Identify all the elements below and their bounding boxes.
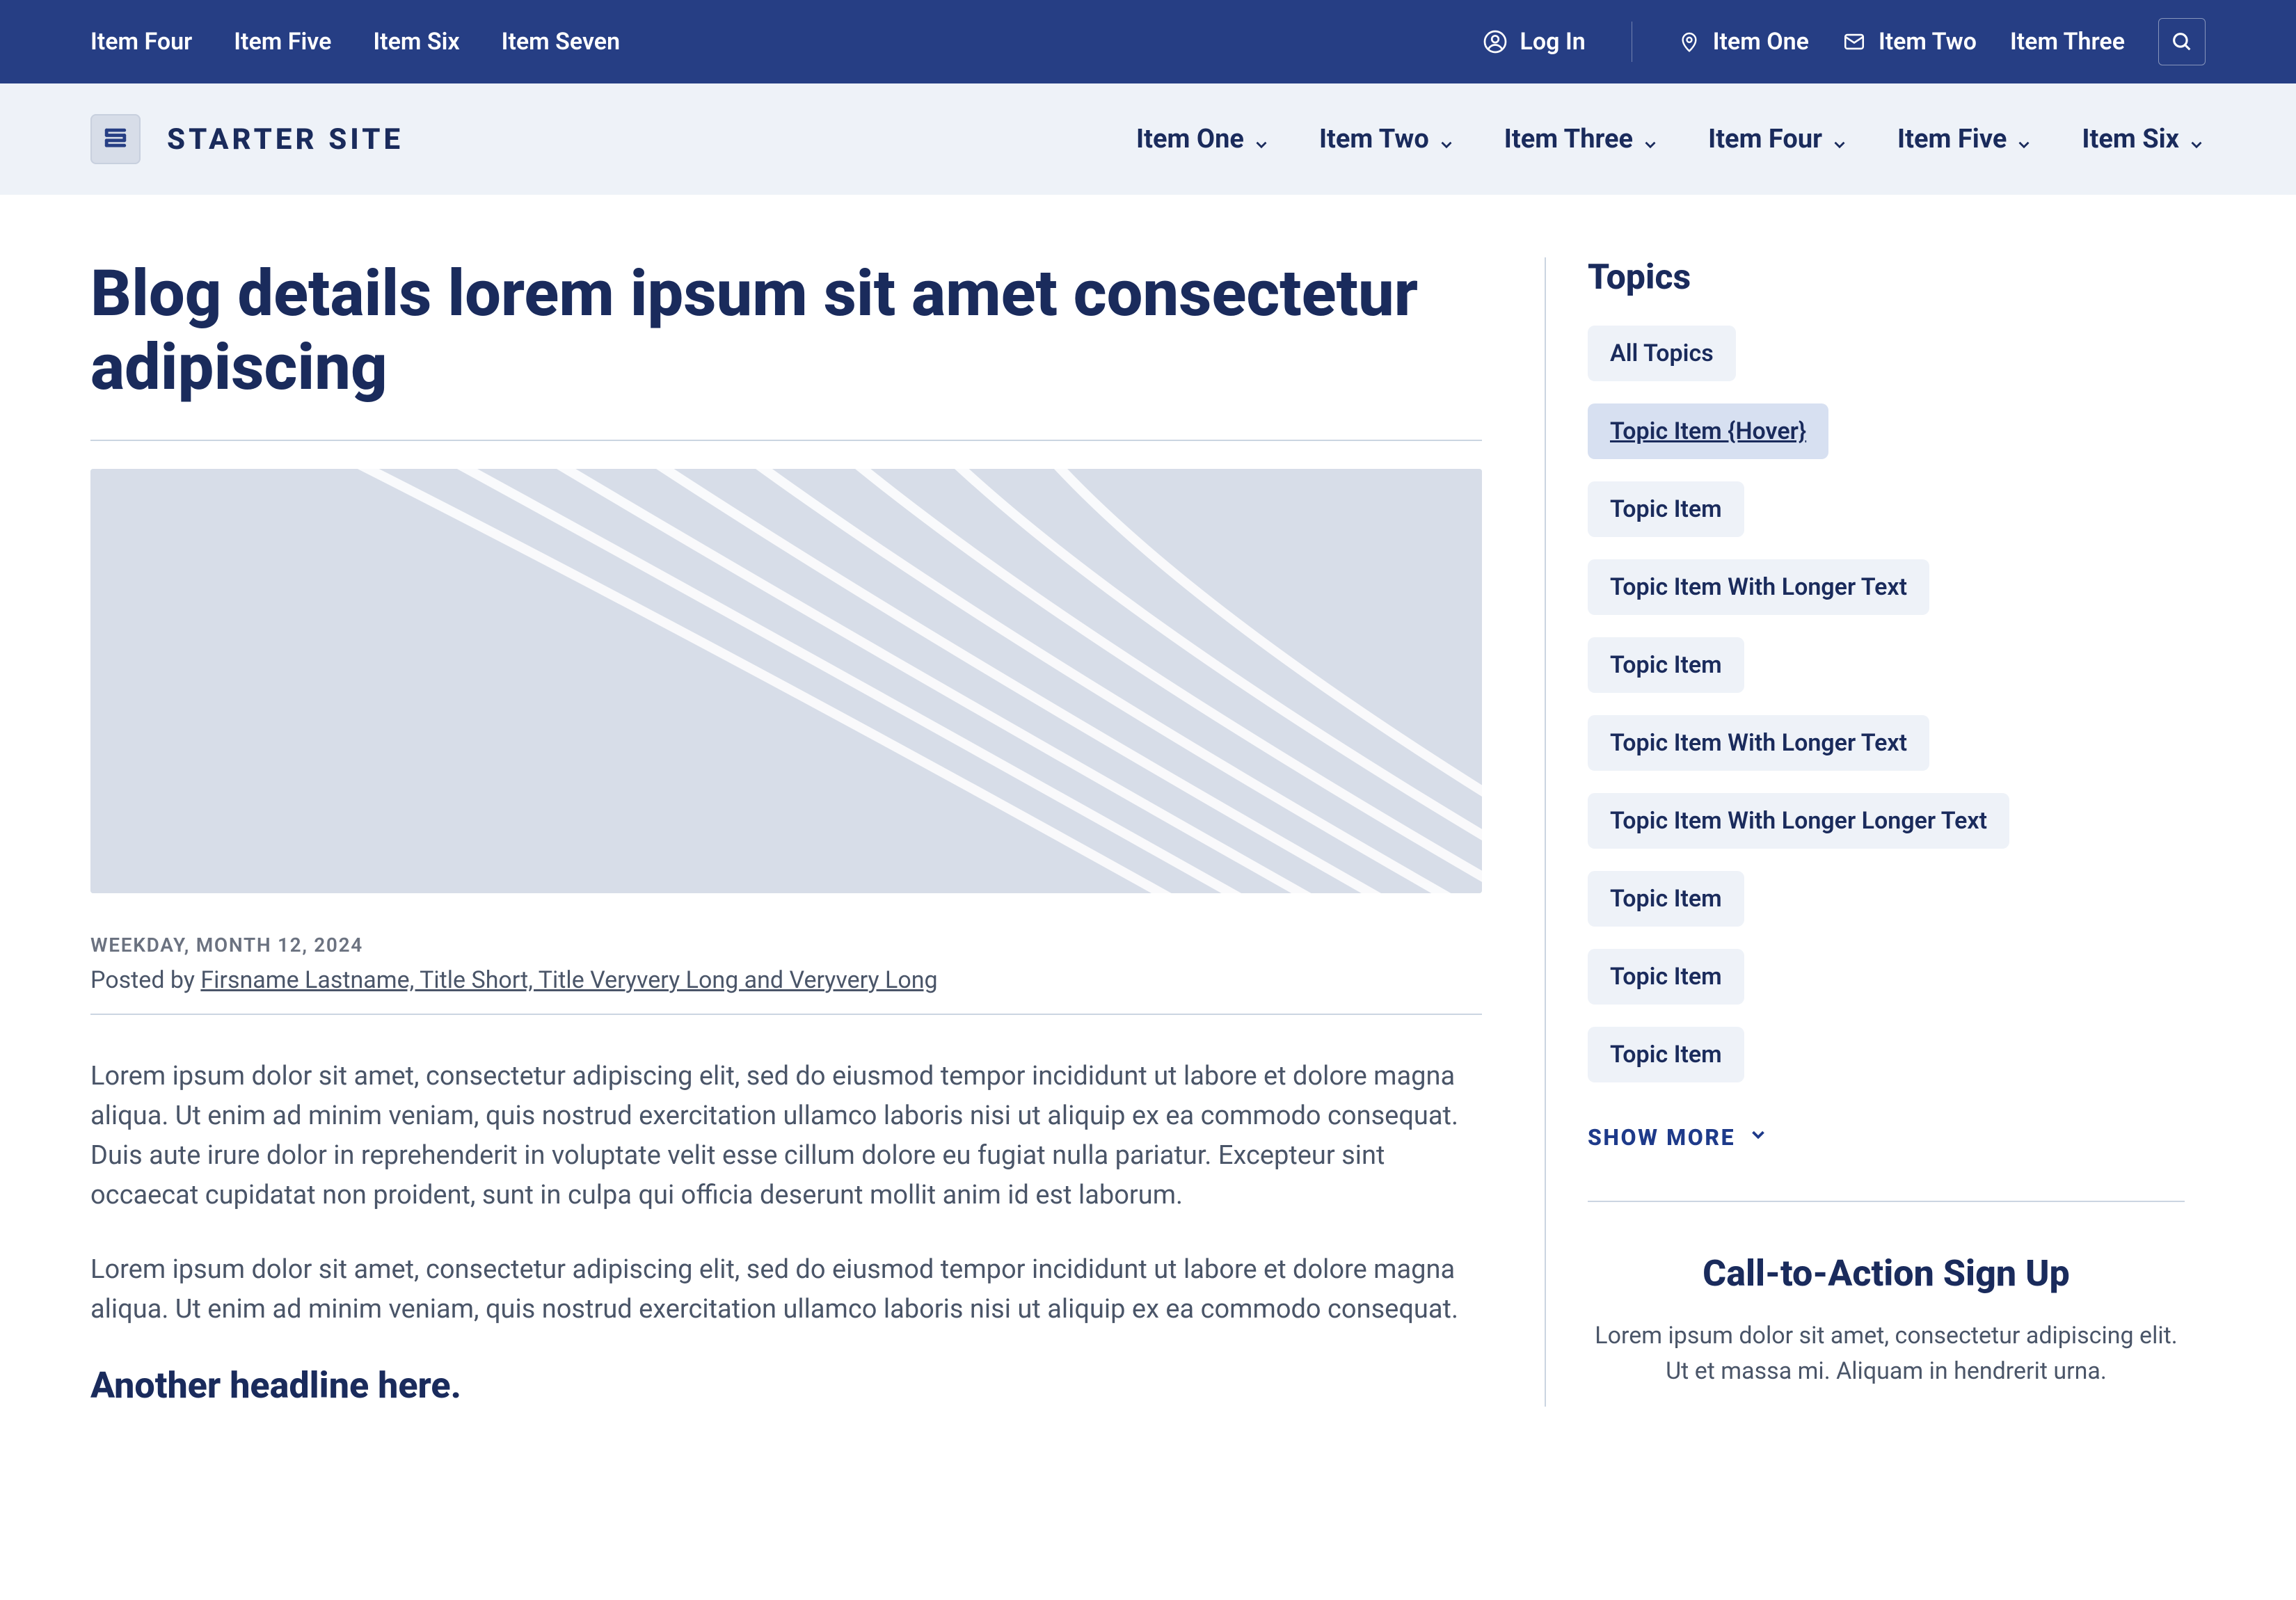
login-label: Log In	[1520, 28, 1586, 56]
topic-pill[interactable]: Topic Item With Longer Text	[1588, 559, 1929, 615]
divider	[1588, 1201, 2185, 1202]
cta-body: Lorem ipsum dolor sit amet, consectetur …	[1588, 1318, 2185, 1389]
article-subheading: Another headline here.	[90, 1364, 1482, 1407]
sidebar: Topics All Topics Topic Item {Hover} Top…	[1545, 257, 2185, 1407]
cta-title: Call-to-Action Sign Up	[1588, 1252, 2185, 1295]
mail-icon	[1842, 30, 1866, 54]
topic-pill[interactable]: Topic Item {Hover}	[1588, 403, 1828, 459]
nav-item[interactable]: Item Three	[1504, 124, 1659, 154]
topic-pill[interactable]: Topic Item	[1588, 871, 1744, 927]
show-more-label: SHOW MORE	[1588, 1124, 1735, 1151]
show-more-button[interactable]: SHOW MORE	[1588, 1124, 2185, 1151]
topic-pill[interactable]: Topic Item	[1588, 949, 1744, 1005]
utility-link[interactable]: Item Six	[373, 28, 459, 56]
article-paragraph: Lorem ipsum dolor sit amet, consectetur …	[90, 1057, 1482, 1215]
chevron-down-icon	[1831, 130, 1849, 148]
topic-pill[interactable]: Topic Item With Longer Text	[1588, 715, 1929, 771]
nav-item-label: Item Four	[1708, 124, 1822, 154]
utility-link[interactable]: Item Two	[1842, 28, 1977, 56]
nav-item[interactable]: Item Five	[1897, 124, 2033, 154]
divider	[90, 1014, 1482, 1015]
utility-link-label: Item Three	[2010, 28, 2125, 56]
utility-link[interactable]: Item Four	[90, 28, 192, 56]
main-nav-bar: STARTER SITE Item One Item Two Item Thre…	[0, 83, 2296, 195]
utility-link[interactable]: Item Five	[234, 28, 331, 56]
chevron-down-icon	[1252, 130, 1270, 148]
article-date: WEEKDAY, MONTH 12, 2024	[90, 934, 1482, 957]
chevron-down-icon	[1748, 1124, 1769, 1151]
utility-left-links: Item Four Item Five Item Six Item Seven	[90, 28, 620, 56]
hero-image	[90, 469, 1482, 893]
brand-logo-icon	[90, 114, 141, 164]
nav-item-label: Item One	[1136, 124, 1244, 154]
topic-pill[interactable]: All Topics	[1588, 326, 1736, 381]
map-pin-icon	[1678, 31, 1700, 53]
chevron-down-icon	[1437, 130, 1456, 148]
chevron-down-icon	[1641, 130, 1659, 148]
chevron-down-icon	[2187, 130, 2206, 148]
utility-link[interactable]: Item One	[1678, 28, 1809, 56]
page-body: Blog details lorem ipsum sit amet consec…	[0, 195, 2296, 1407]
topics-heading: Topics	[1588, 257, 2185, 298]
brand[interactable]: STARTER SITE	[90, 114, 404, 164]
main-nav: Item One Item Two Item Three Item Four I…	[1136, 124, 2206, 154]
user-circle-icon	[1483, 29, 1508, 54]
byline-prefix: Posted by	[90, 966, 200, 994]
search-icon	[2170, 30, 2194, 54]
search-button[interactable]	[2158, 18, 2206, 65]
article-paragraph: Lorem ipsum dolor sit amet, consectetur …	[90, 1250, 1482, 1329]
chevron-down-icon	[2015, 130, 2033, 148]
utility-bar: Item Four Item Five Item Six Item Seven …	[0, 0, 2296, 83]
topics-list: All Topics Topic Item {Hover} Topic Item…	[1588, 326, 2185, 1082]
divider	[90, 440, 1482, 441]
utility-right-links: Log In Item One Item Two Item Three	[1483, 18, 2206, 65]
utility-link[interactable]: Item Three	[2010, 28, 2125, 56]
nav-item[interactable]: Item Two	[1319, 124, 1456, 154]
nav-item-label: Item Two	[1319, 124, 1429, 154]
nav-item[interactable]: Item Four	[1708, 124, 1849, 154]
login-link[interactable]: Log In	[1483, 28, 1586, 56]
nav-item-label: Item Three	[1504, 124, 1633, 154]
nav-item-label: Item Six	[2082, 124, 2179, 154]
byline-author-link[interactable]: Firsname Lastname, Title Short, Title Ve…	[200, 966, 937, 994]
topic-pill[interactable]: Topic Item	[1588, 481, 1744, 537]
article-title: Blog details lorem ipsum sit amet consec…	[90, 257, 1482, 405]
nav-item-label: Item Five	[1897, 124, 2007, 154]
topic-pill[interactable]: Topic Item	[1588, 637, 1744, 693]
topic-pill[interactable]: Topic Item With Longer Longer Text	[1588, 793, 2009, 849]
article-byline: Posted by Firsname Lastname, Title Short…	[90, 966, 1482, 994]
utility-link-label: Item One	[1713, 28, 1809, 56]
utility-link[interactable]: Item Seven	[502, 28, 620, 56]
brand-name: STARTER SITE	[167, 122, 404, 157]
utility-link-label: Item Two	[1879, 28, 1977, 56]
article: Blog details lorem ipsum sit amet consec…	[90, 257, 1482, 1407]
nav-item[interactable]: Item One	[1136, 124, 1270, 154]
nav-item[interactable]: Item Six	[2082, 124, 2206, 154]
topic-pill[interactable]: Topic Item	[1588, 1027, 1744, 1082]
